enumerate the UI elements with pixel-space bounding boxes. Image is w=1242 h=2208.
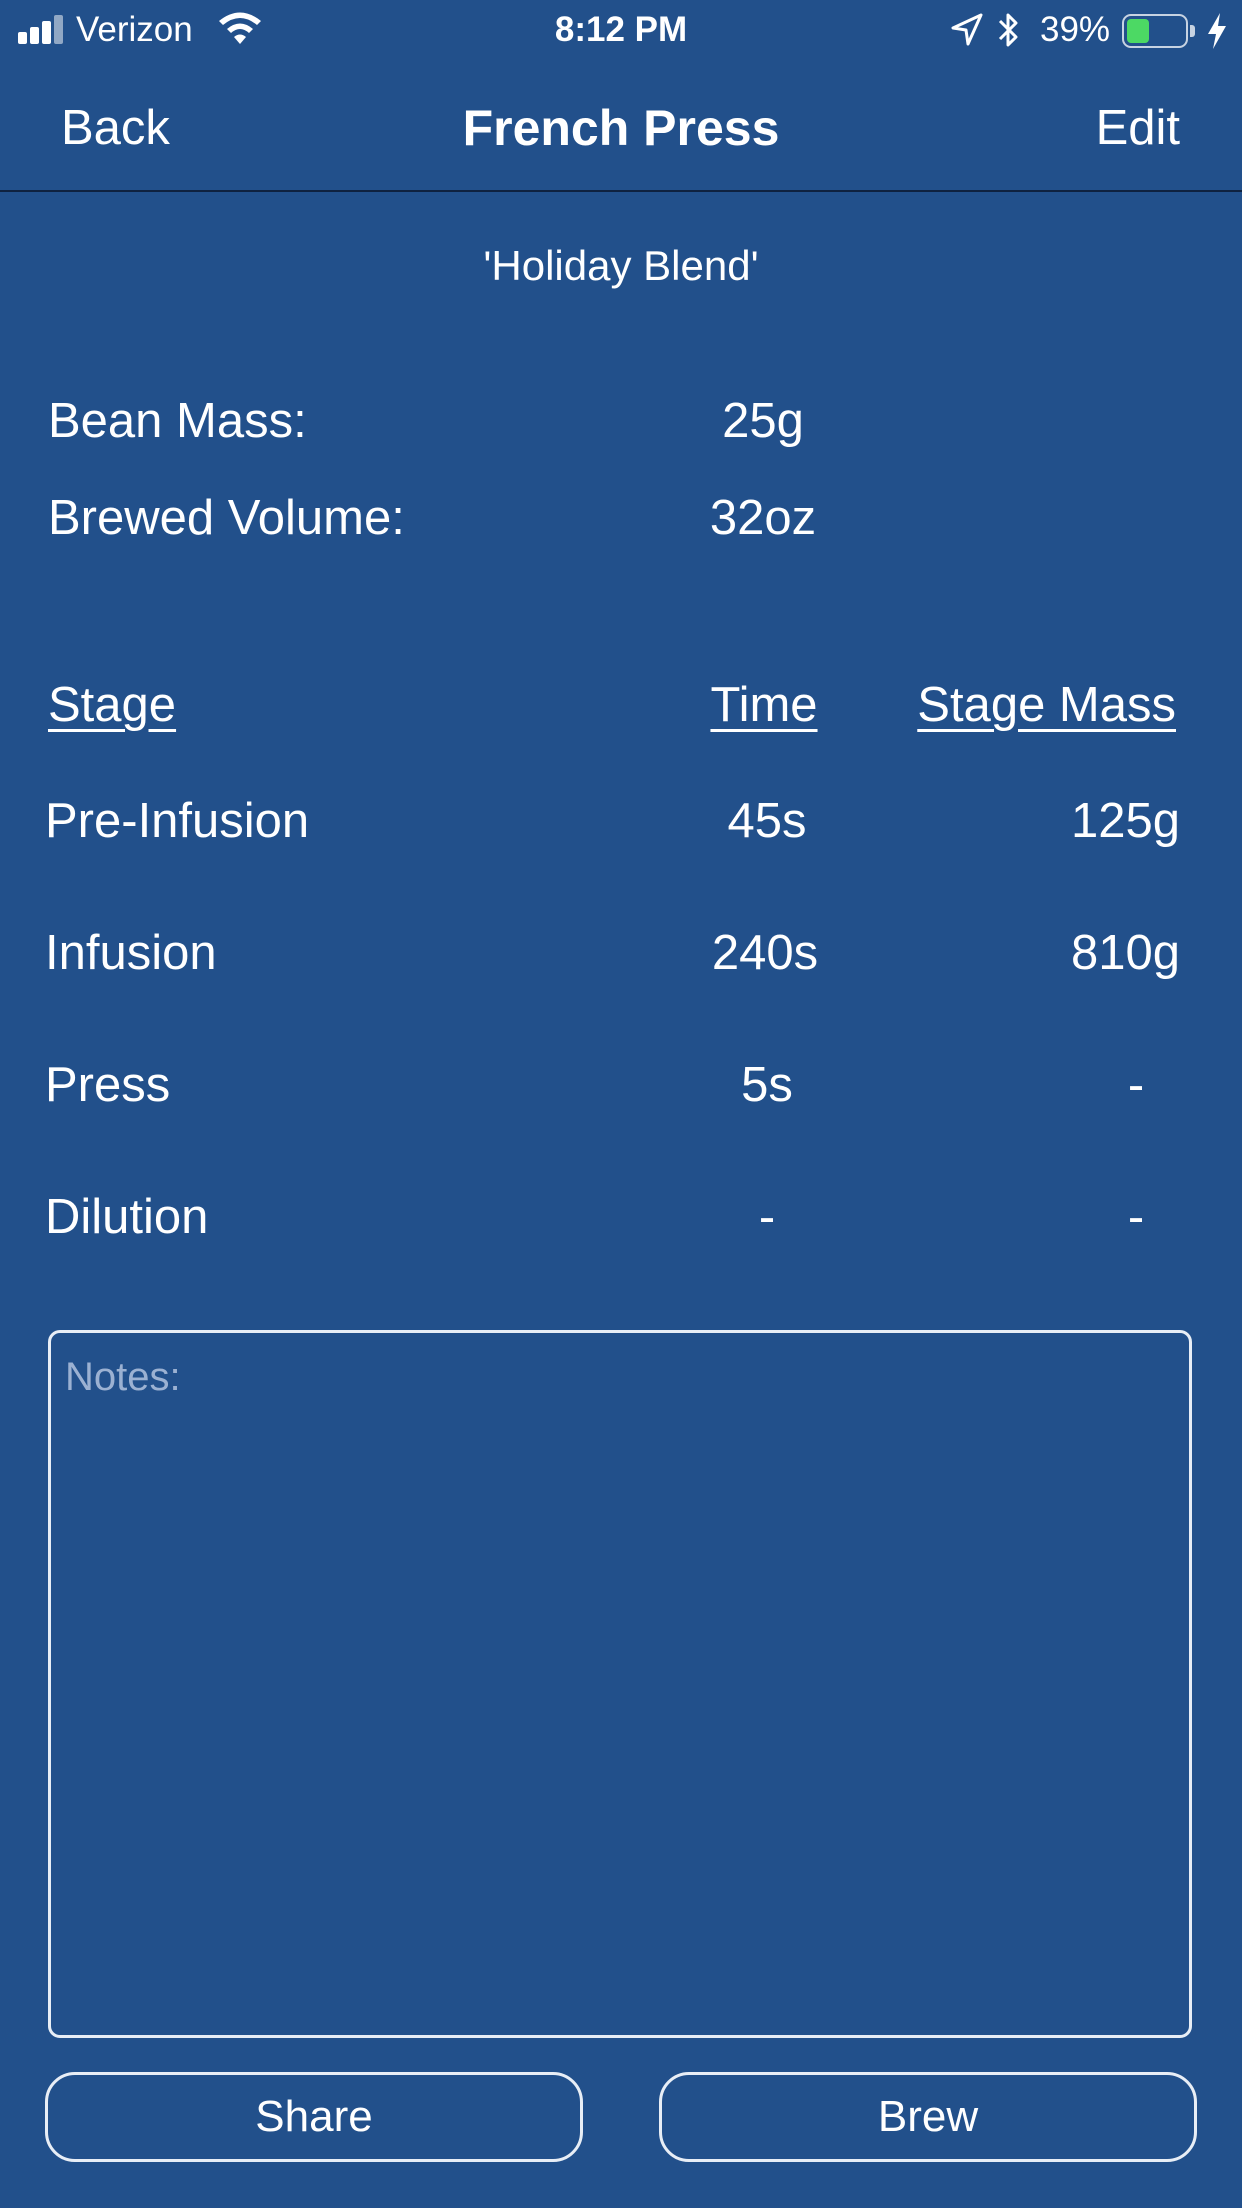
stage-time: 5s xyxy=(741,1058,793,1112)
stage-mass: - xyxy=(1127,1058,1145,1112)
brewed-volume-value: 32oz xyxy=(709,491,817,545)
notes-placeholder: Notes: xyxy=(65,1355,181,1399)
share-button[interactable]: Share xyxy=(45,2072,583,2162)
stage-name: Pre-Infusion xyxy=(45,794,310,848)
brew-button-label: Brew xyxy=(877,2092,979,2141)
stage-time: 45s xyxy=(727,794,807,848)
location-arrow-icon xyxy=(950,12,984,57)
recipe-name: 'Holiday Blend' xyxy=(483,242,759,289)
page-title: French Press xyxy=(462,100,780,156)
brew-button[interactable]: Brew xyxy=(659,2072,1197,2162)
battery-icon xyxy=(1122,14,1196,48)
charging-bolt-icon xyxy=(1206,12,1228,59)
share-button-label: Share xyxy=(255,2092,373,2141)
stage-mass-column-header: Stage Mass xyxy=(917,678,1176,732)
stage-time: - xyxy=(758,1190,776,1244)
bluetooth-icon xyxy=(996,10,1022,59)
notes-textarea[interactable]: Notes: xyxy=(48,1330,1192,2038)
stage-mass: - xyxy=(1127,1190,1145,1244)
status-bar: Verizon 8:12 PM 39% xyxy=(0,0,1242,62)
stage-name: Press xyxy=(45,1058,171,1112)
stage-name: Dilution xyxy=(45,1190,209,1244)
brewed-volume-label: Brewed Volume: xyxy=(48,491,405,545)
bean-mass-value: 25g xyxy=(722,394,804,448)
navigation-bar: Back French Press Edit xyxy=(0,62,1242,192)
stage-column-header: Stage xyxy=(48,678,177,732)
stage-time: 240s xyxy=(711,926,819,980)
battery-percent: 39% xyxy=(1040,10,1111,49)
stage-name: Infusion xyxy=(45,926,217,980)
bean-mass-label: Bean Mass: xyxy=(48,394,307,448)
stage-mass: 810g xyxy=(1070,926,1180,980)
edit-button[interactable]: Edit xyxy=(1096,100,1180,156)
stage-mass: 125g xyxy=(1070,794,1180,848)
